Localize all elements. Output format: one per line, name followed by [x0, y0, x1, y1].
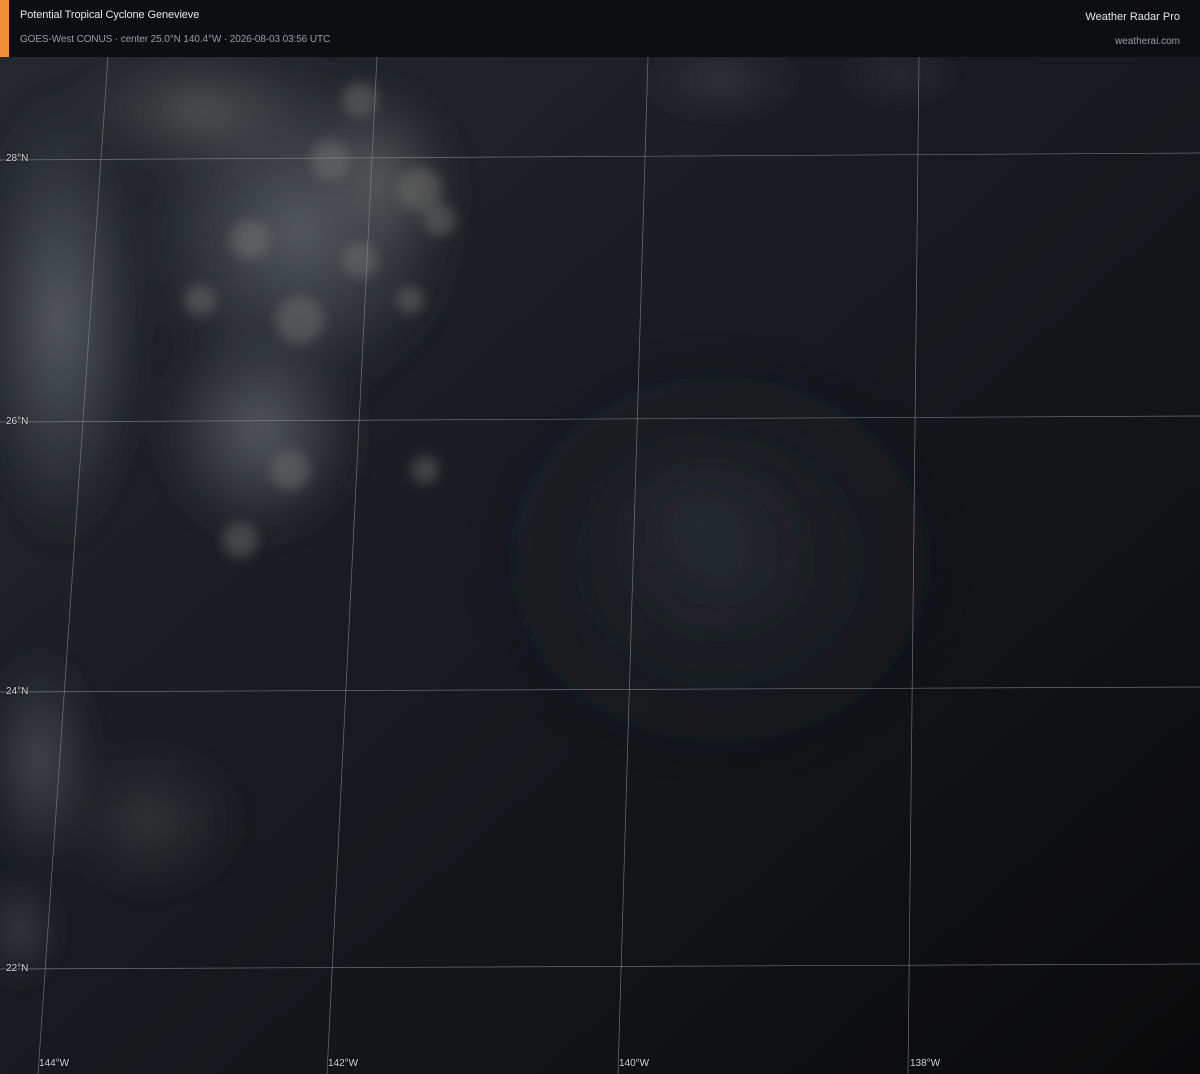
- header-bar: Potential Tropical Cyclone Genevieve GOE…: [0, 0, 1200, 57]
- satellite-map-view: 28°N 26°N 24°N 22°N 144°W 142°W 140°W 13…: [0, 0, 1200, 1074]
- satellite-imagery: [0, 0, 1200, 1074]
- lat-label-22n: 22°N: [6, 963, 29, 974]
- lat-label-26n: 26°N: [6, 416, 29, 427]
- accent-bar: [0, 0, 9, 57]
- brand-name: Weather Radar Pro: [1085, 11, 1180, 23]
- image-metadata: GOES-West CONUS · center 25.0°N 140.4°W …: [20, 34, 331, 45]
- lon-label-144w: 144°W: [39, 1058, 70, 1069]
- site-link[interactable]: weatherai.com: [1115, 36, 1180, 47]
- lon-label-142w: 142°W: [328, 1058, 359, 1069]
- cyclone-swirl: [460, 330, 980, 790]
- lat-label-24n: 24°N: [6, 686, 29, 697]
- lat-label-28n: 28°N: [6, 153, 29, 164]
- lon-label-140w: 140°W: [619, 1058, 650, 1069]
- lon-label-138w: 138°W: [910, 1058, 941, 1069]
- storm-title: Potential Tropical Cyclone Genevieve: [20, 9, 200, 21]
